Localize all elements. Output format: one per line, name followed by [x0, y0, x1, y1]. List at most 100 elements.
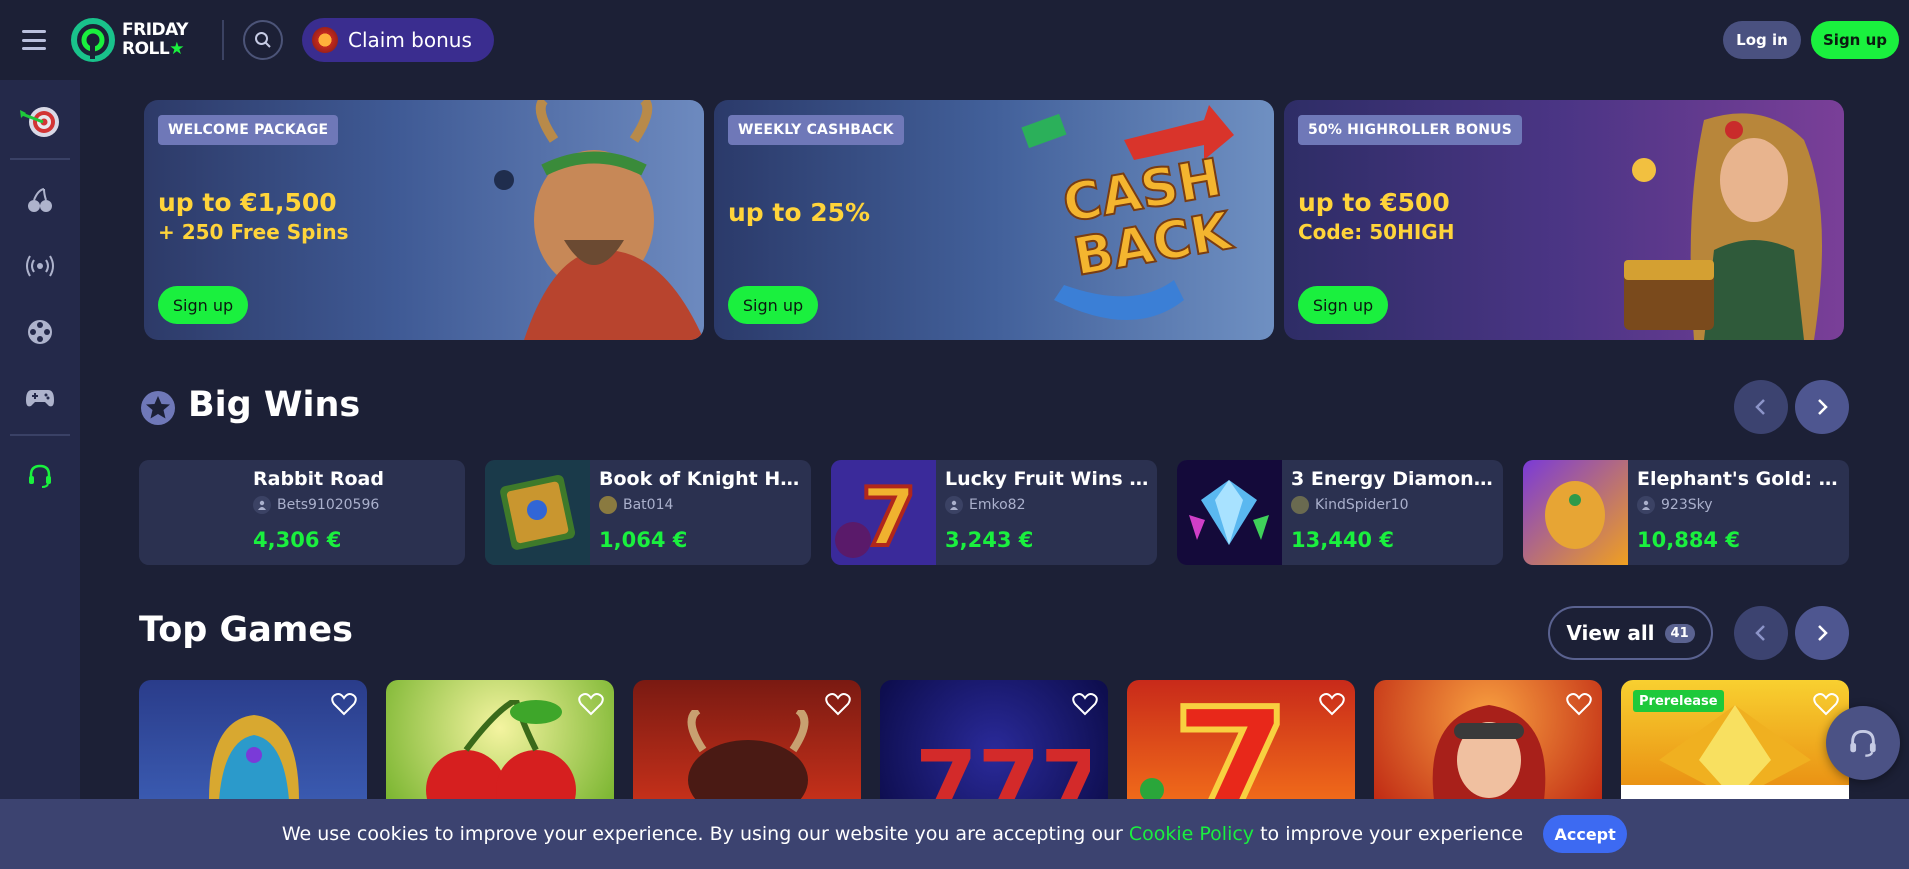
- promo-banner-cashback[interactable]: CASH BACK WEEKLY CASHBACK up to 25% Sign…: [714, 100, 1274, 340]
- sidebar: [0, 80, 80, 869]
- film-reel-icon: [28, 320, 52, 344]
- sidebar-item-live-casino[interactable]: [16, 308, 64, 356]
- game-thumbnail: 7: [831, 460, 936, 565]
- support-chat-button[interactable]: [1826, 706, 1900, 780]
- win-user: Bat014: [599, 496, 673, 514]
- win-user: Emko82: [945, 496, 1025, 514]
- game-thumbnail: [1523, 460, 1628, 565]
- banner-signup-button[interactable]: Sign up: [158, 286, 248, 324]
- top-header: FRIDAY ROLL★ Claim bonus Log in Sign up: [0, 0, 1909, 80]
- search-button[interactable]: [243, 20, 283, 60]
- triple-seven-art: 777: [915, 732, 1090, 800]
- live-signal-icon: [26, 255, 54, 277]
- big-win-card[interactable]: Book of Knight Hold ... Bat014 1,064 €: [485, 460, 811, 565]
- sidebar-item-slots[interactable]: [16, 176, 64, 224]
- cookie-text-after: to improve your experience: [1254, 823, 1524, 845]
- sidebar-separator: [10, 434, 70, 436]
- big-win-card[interactable]: 7 Lucky Fruit Wins 100 Emko82 3,243 €: [831, 460, 1157, 565]
- sidebar-item-live[interactable]: [16, 242, 64, 290]
- banner-subheadline: + 250 Free Spins: [158, 220, 349, 244]
- signup-button[interactable]: Sign up: [1811, 21, 1899, 59]
- game-thumbnail: [485, 460, 590, 565]
- big-wins-prev-button[interactable]: [1734, 380, 1788, 434]
- banner-signup-button[interactable]: Sign up: [728, 286, 818, 324]
- favorite-heart-icon[interactable]: [1566, 692, 1592, 716]
- top-games-title: Top Games: [139, 610, 353, 650]
- highroller-character-art: [1624, 113, 1822, 340]
- svg-text:7: 7: [1172, 690, 1290, 800]
- promo-banner-welcome[interactable]: WELCOME PACKAGE up to €1,500 + 250 Free …: [144, 100, 704, 340]
- top-games-next-button[interactable]: [1795, 606, 1849, 660]
- game-tile[interactable]: 777: [880, 680, 1108, 800]
- login-button[interactable]: Log in: [1723, 21, 1801, 59]
- prerelease-badge: Prerelease: [1633, 690, 1724, 712]
- view-all-label: View all: [1566, 621, 1655, 645]
- sidebar-item-support[interactable]: [16, 452, 64, 500]
- favorite-heart-icon[interactable]: [1813, 692, 1839, 716]
- favorite-heart-icon[interactable]: [578, 692, 604, 716]
- win-game-name: Book of Knight Hold ...: [599, 468, 805, 490]
- win-username: Emko82: [969, 497, 1026, 513]
- game-tile[interactable]: [1374, 680, 1602, 800]
- win-user: Bets91020596: [253, 496, 379, 514]
- game-tile[interactable]: Prerelease: [1621, 680, 1849, 800]
- favorite-heart-icon[interactable]: [825, 692, 851, 716]
- headset-icon: [1850, 730, 1876, 757]
- claim-bonus-button[interactable]: Claim bonus: [302, 18, 494, 62]
- big-win-card[interactable]: 3 Energy Diamonds: ... KindSpider10 13,4…: [1177, 460, 1503, 565]
- minotaur-art: [687, 710, 809, 800]
- star-badge-icon: [141, 391, 175, 425]
- big-wins-title: Big Wins: [188, 385, 361, 425]
- sidebar-item-games[interactable]: [16, 374, 64, 422]
- logo-text: FRIDAY ROLL★: [122, 20, 188, 59]
- sidebar-item-promotions[interactable]: [16, 98, 64, 146]
- game-tile[interactable]: 7: [1127, 680, 1355, 800]
- site-logo[interactable]: FRIDAY ROLL★: [70, 16, 188, 64]
- satyr-character-art: [494, 100, 704, 340]
- win-game-name: Rabbit Road: [253, 468, 384, 490]
- win-amount: 1,064 €: [599, 528, 688, 552]
- cherries-icon: [28, 188, 52, 212]
- win-game-name: Lucky Fruit Wins 100: [945, 468, 1151, 490]
- favorite-heart-icon[interactable]: [331, 692, 357, 716]
- chevron-left-icon: [1755, 399, 1765, 415]
- game-thumbnail: [1177, 460, 1282, 565]
- view-all-count: 41: [1664, 623, 1695, 643]
- banner-subheadline: Code: 50HIGH: [1298, 220, 1455, 244]
- menu-icon[interactable]: [22, 30, 46, 50]
- game-tile[interactable]: [386, 680, 614, 800]
- banner-tag: WELCOME PACKAGE: [158, 115, 339, 145]
- game-thumbnail: [139, 460, 244, 565]
- svg-text:7: 7: [861, 471, 917, 564]
- accept-cookies-button[interactable]: Accept: [1543, 815, 1628, 853]
- user-icon: [945, 496, 963, 514]
- seven-art: 7: [1140, 690, 1293, 800]
- banner-signup-button[interactable]: Sign up: [1298, 286, 1388, 324]
- big-wins-next-button[interactable]: [1795, 380, 1849, 434]
- header-divider: [222, 20, 224, 60]
- game-tile[interactable]: [139, 680, 367, 800]
- target-icon: [20, 107, 59, 137]
- win-username: Bets91020596: [277, 497, 380, 513]
- banner-headline: up to €1,500: [158, 188, 337, 217]
- big-win-card[interactable]: Elephant's Gold: Buy... 923Sky 10,884 €: [1523, 460, 1849, 565]
- gamepad-icon: [26, 390, 54, 407]
- cashback-art: CASH BACK: [1021, 105, 1238, 320]
- user-icon: [1637, 496, 1655, 514]
- search-icon: [255, 32, 271, 48]
- headset-icon: [29, 464, 51, 488]
- win-amount: 4,306 €: [253, 528, 342, 552]
- chevron-right-icon: [1818, 625, 1828, 641]
- win-amount: 13,440 €: [1291, 528, 1394, 552]
- big-win-card[interactable]: Rabbit Road Bets91020596 4,306 €: [139, 460, 465, 565]
- win-username: KindSpider10: [1315, 497, 1409, 513]
- game-tile[interactable]: [633, 680, 861, 800]
- win-user: 923Sky: [1637, 496, 1713, 514]
- cookie-policy-link[interactable]: Cookie Policy: [1129, 823, 1254, 845]
- view-all-button[interactable]: View all 41: [1548, 606, 1713, 660]
- favorite-heart-icon[interactable]: [1072, 692, 1098, 716]
- top-games-prev-button[interactable]: [1734, 606, 1788, 660]
- promo-banner-highroller[interactable]: 50% HIGHROLLER BONUS up to €500 Code: 50…: [1284, 100, 1844, 340]
- win-username: 923Sky: [1661, 497, 1713, 513]
- favorite-heart-icon[interactable]: [1319, 692, 1345, 716]
